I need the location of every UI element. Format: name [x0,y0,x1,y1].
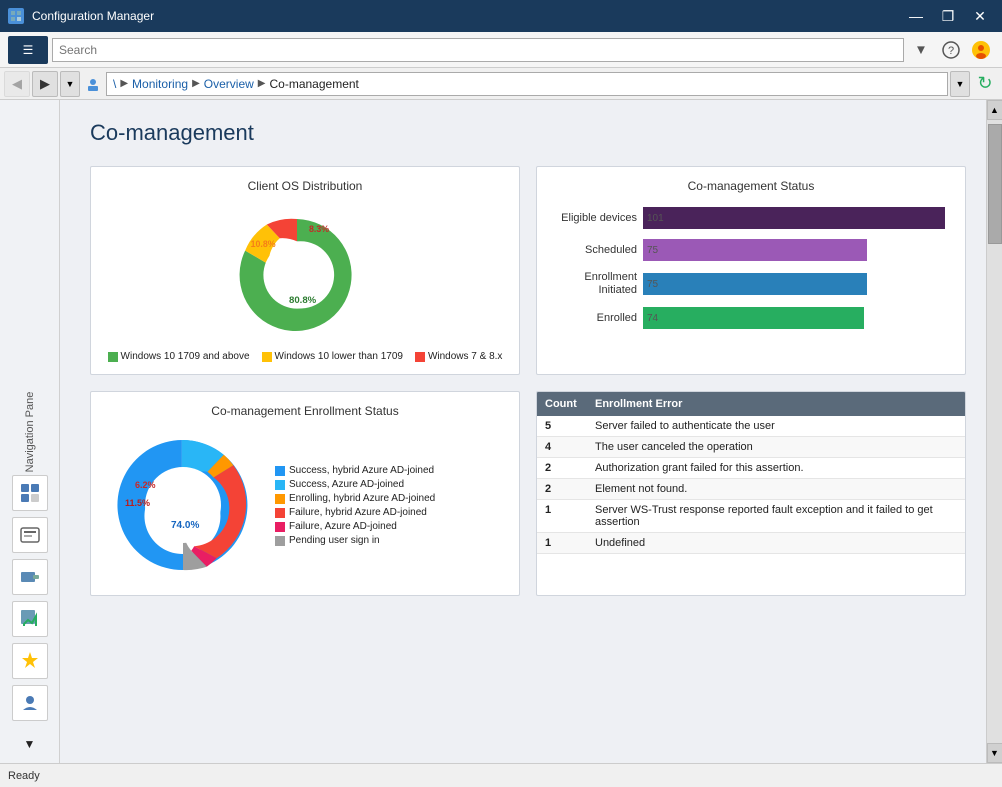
legend-failure-azure: Failure, Azure AD-joined [275,521,435,532]
breadcrumb-dropdown[interactable]: ▼ [950,71,970,97]
main-layout: Navigation Pane ▼ Co-management [0,100,1002,763]
window-controls: — ❐ ✕ [902,5,994,27]
bar-row-enrolled: Enrolled 74 [557,307,945,329]
scroll-thumb[interactable] [988,124,1002,244]
bar-row-scheduled: Scheduled 75 [557,239,945,261]
enrollment-status-title: Co-management Enrollment Status [103,404,507,418]
table-row: 2 Authorization grant failed for this as… [537,458,965,479]
sidebar-icon-4[interactable] [12,601,48,637]
app-title: Configuration Manager [32,9,894,23]
scroll-down-btn[interactable]: ▼ [987,743,1002,763]
bar-row-enrollment-initiated: EnrollmentInitiated 75 [557,271,945,297]
app-icon [8,8,24,24]
svg-text:6.2%: 6.2% [135,480,156,490]
scroll-up-btn[interactable]: ▲ [987,100,1002,120]
status-text: Ready [8,770,40,782]
maximize-button[interactable]: ❐ [934,5,962,27]
nav-history-dropdown[interactable]: ▼ [60,71,80,97]
nav-bar: ◀ ▶ ▼ \ ▶ Monitoring ▶ Overview ▶ Co-man… [0,68,1002,100]
comanagement-status-title: Co-management Status [549,179,953,193]
sidebar-collapse-btn[interactable]: ▼ [24,737,36,755]
enrollment-status-card: Co-management Enrollment Status [90,391,520,596]
legend-color-win7 [415,352,425,362]
enrollment-chart-area: 74.0% 6.2% 11.5% Success, hybrid Azure A… [103,428,507,583]
legend-win10-above: Windows 10 1709 and above [108,351,250,362]
breadcrumb-current: Co-management [270,77,359,91]
content-area: Co-management Client OS Distribution [60,100,986,763]
sidebar: Navigation Pane ▼ [0,100,60,763]
comanagement-bar-chart: Eligible devices 101 Scheduled 75 [549,203,953,343]
nav-icon [82,73,104,95]
search-input[interactable] [52,38,904,62]
sidebar-icon-3[interactable] [12,559,48,595]
client-os-legend: Windows 10 1709 and above Windows 10 low… [108,351,503,362]
enrollment-donut: 74.0% 6.2% 11.5% [103,428,263,583]
scrollbar: ▲ ▼ [986,100,1002,763]
close-button[interactable]: ✕ [966,5,994,27]
user-button[interactable] [968,37,994,63]
col-count: Count [537,392,587,416]
client-os-card: Client OS Distribution 8. [90,166,520,375]
title-bar: Configuration Manager — ❐ ✕ [0,0,1002,32]
client-os-donut: 8.3% 10.8% 80.8% [225,203,385,343]
page-title: Co-management [90,120,966,146]
sidebar-icon-5[interactable] [12,643,48,679]
status-bar: Ready [0,763,1002,787]
legend-color-win10-above [108,352,118,362]
legend-win7: Windows 7 & 8.x [415,351,502,362]
sidebar-icon-2[interactable] [12,517,48,553]
breadcrumb-root[interactable]: \ [113,77,116,91]
refresh-button[interactable]: ↻ [972,71,998,97]
nav-dropdown-btn[interactable]: ▼ [908,37,934,63]
minimize-button[interactable]: — [902,5,930,27]
legend-success-azure: Success, Azure AD-joined [275,479,435,490]
client-os-title: Client OS Distribution [103,179,507,193]
table-row: 4 The user canceled the operation [537,437,965,458]
enrollment-error-card: Count Enrollment Error 5 Server failed t… [536,391,966,596]
legend-color-win10-below [262,352,272,362]
client-os-chart: 8.3% 10.8% 80.8% Windows 10 1709 and abo… [103,203,507,362]
breadcrumb: \ ▶ Monitoring ▶ Overview ▶ Co-managemen… [106,72,948,96]
legend-pending: Pending user sign in [275,535,435,546]
table-row: 2 Element not found. [537,479,965,500]
svg-text:?: ? [948,45,954,57]
legend-failure-hybrid: Failure, hybrid Azure AD-joined [275,507,435,518]
breadcrumb-overview[interactable]: Overview [204,77,254,91]
forward-button[interactable]: ▶ [32,71,58,97]
col-error: Enrollment Error [587,392,965,416]
enrollment-legend: Success, hybrid Azure AD-joined Success,… [275,465,435,546]
table-row: 5 Server failed to authenticate the user [537,416,965,437]
legend-win10-below: Windows 10 lower than 1709 [262,351,403,362]
toolbar: ☰ ▼ ? [0,32,1002,68]
svg-text:11.5%: 11.5% [125,498,150,508]
cards-grid: Client OS Distribution 8. [90,166,966,596]
sidebar-icon-6[interactable] [12,685,48,721]
bar-row-eligible: Eligible devices 101 [557,207,945,229]
menu-button[interactable]: ☰ [8,36,48,64]
svg-text:8.3%: 8.3% [309,224,329,234]
table-row: 1 Undefined [537,533,965,554]
help-button[interactable]: ? [938,37,964,63]
svg-text:80.8%: 80.8% [289,295,317,306]
sidebar-icon-1[interactable] [12,475,48,511]
sidebar-label: Navigation Pane [24,391,36,472]
enrollment-error-table: Count Enrollment Error 5 Server failed t… [537,392,965,554]
svg-text:74.0%: 74.0% [171,520,199,531]
svg-text:10.8%: 10.8% [251,239,276,249]
table-row: 1 Server WS-Trust response reported faul… [537,500,965,533]
back-button[interactable]: ◀ [4,71,30,97]
legend-enrolling-hybrid: Enrolling, hybrid Azure AD-joined [275,493,435,504]
breadcrumb-monitoring[interactable]: Monitoring [132,77,188,91]
legend-success-hybrid: Success, hybrid Azure AD-joined [275,465,435,476]
comanagement-status-card: Co-management Status Eligible devices 10… [536,166,966,375]
